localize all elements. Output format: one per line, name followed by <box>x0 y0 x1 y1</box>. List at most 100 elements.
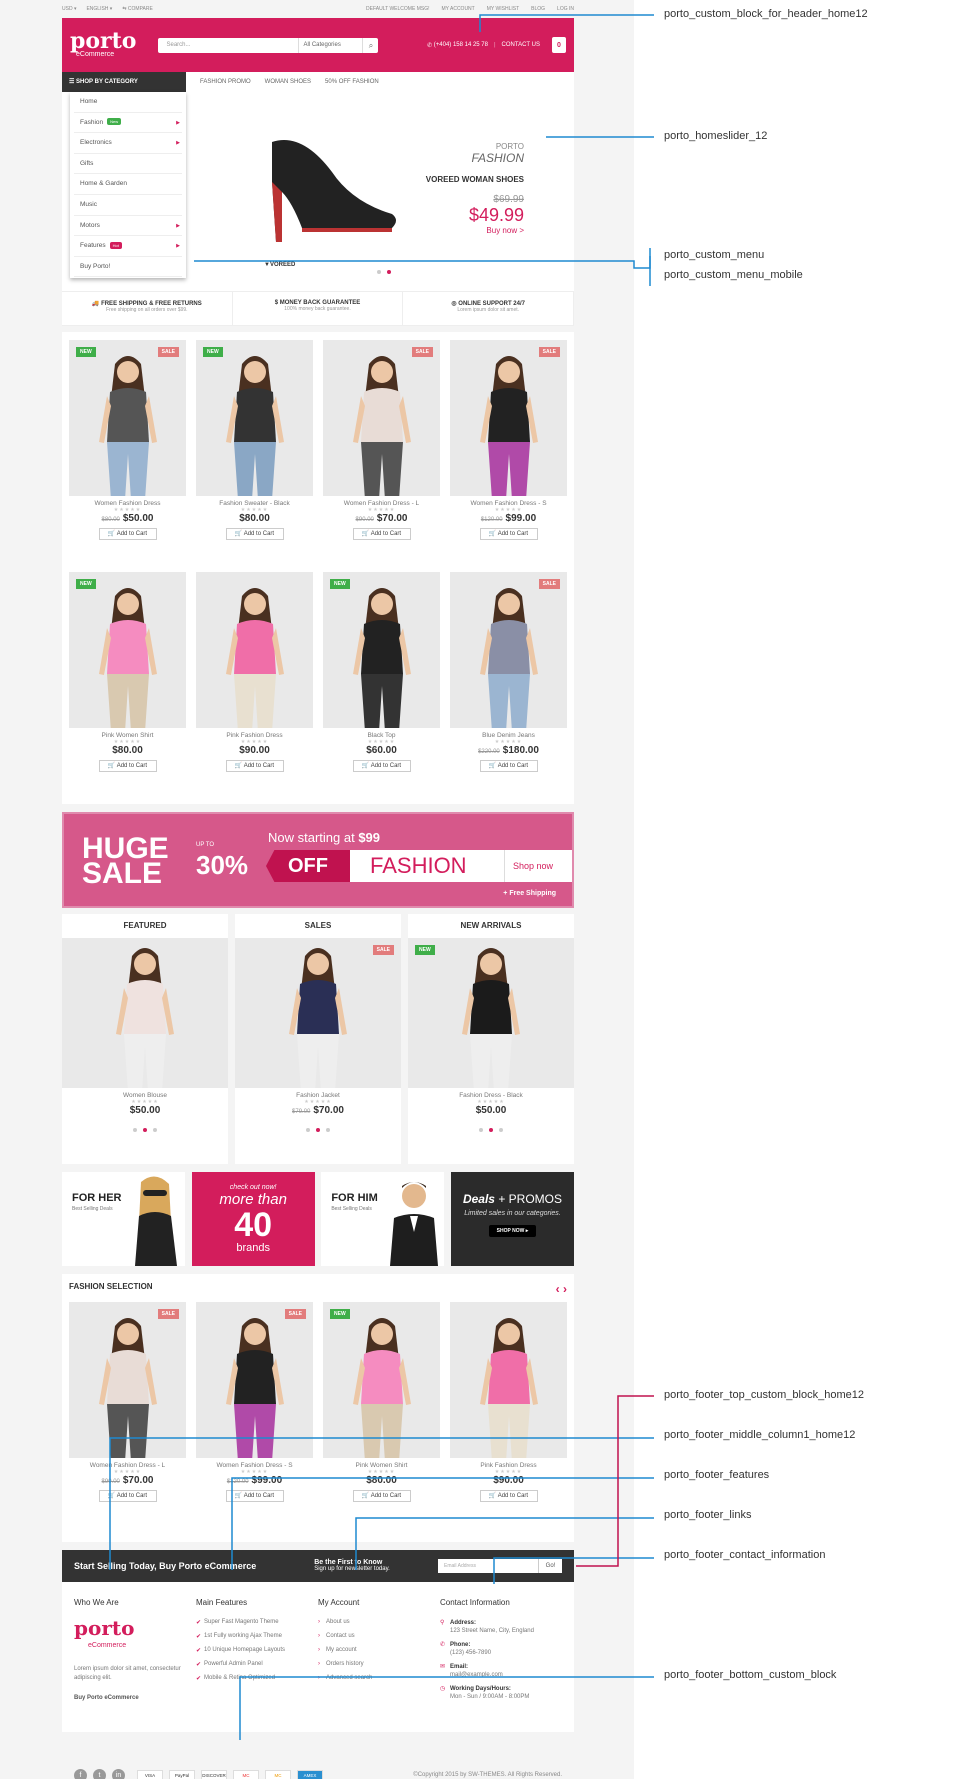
category-item[interactable]: Features Hot ▶ <box>74 236 182 257</box>
promo-for-him[interactable]: FOR HIM Best Selling Deals <box>321 1172 445 1266</box>
add-to-cart-button[interactable]: 🛒 Add to Cart <box>225 1490 284 1502</box>
product-card[interactable]: NEW Pink Women Shirt ★★★★★ $80.00 🛒 Add to C… <box>69 572 186 804</box>
product-card[interactable]: SALE Women Fashion Dress - L ★★★★★ $90.00 $7… <box>323 340 440 572</box>
product-name[interactable]: Fashion Jacket <box>235 1092 401 1099</box>
nav-link-fashion-promo[interactable]: FASHION PROMO <box>200 79 251 85</box>
product-card[interactable]: SALE Women Fashion Dress - S ★★★★★ $120.00 $… <box>196 1302 313 1534</box>
add-to-cart-button[interactable]: 🛒 Add to Cart <box>479 528 538 540</box>
facebook-icon[interactable]: f <box>74 1768 87 1779</box>
account-link[interactable]: › About us <box>318 1619 440 1625</box>
add-to-cart-button[interactable]: 🛒 Add to Cart <box>352 528 411 540</box>
product-image[interactable] <box>62 938 228 1088</box>
product-image[interactable]: NEW <box>408 938 574 1088</box>
add-to-cart-button[interactable]: 🛒 Add to Cart <box>352 1490 411 1502</box>
product-name[interactable]: Pink Women Shirt <box>69 732 186 739</box>
product-image[interactable]: SALE <box>69 1302 186 1458</box>
category-item[interactable]: Gifts <box>74 154 182 175</box>
carousel-dot[interactable] <box>326 1128 330 1132</box>
add-to-cart-button[interactable]: 🛒 Add to Cart <box>98 528 157 540</box>
product-name[interactable]: Women Fashion Dress <box>69 500 186 507</box>
product-card[interactable]: NEW Fashion Sweater - Black ★★★★★ $80.00 🛒 A… <box>196 340 313 572</box>
cart-icon[interactable]: 0 <box>552 37 566 53</box>
twitter-icon[interactable]: t <box>93 1768 106 1779</box>
product-image[interactable] <box>196 572 313 728</box>
newsletter-email-input[interactable]: Email Address <box>438 1559 538 1573</box>
product-card[interactable]: Pink Fashion Dress ★★★★★ $90.00 🛒 Add to Ca… <box>450 1302 567 1534</box>
product-name[interactable]: Pink Women Shirt <box>323 1462 440 1469</box>
product-card[interactable]: SALE Women Fashion Dress - S ★★★★★ $120.00 $… <box>450 340 567 572</box>
product-name[interactable]: Women Fashion Dress - S <box>196 1462 313 1469</box>
add-to-cart-button[interactable]: 🛒 Add to Cart <box>98 760 157 772</box>
add-to-cart-button[interactable]: 🛒 Add to Cart <box>352 760 411 772</box>
product-image[interactable] <box>450 1302 567 1458</box>
account-link[interactable]: › Orders history <box>318 1661 440 1667</box>
product-image[interactable]: NEW <box>69 572 186 728</box>
product-image[interactable]: NEW <box>323 1302 440 1458</box>
carousel-dot[interactable] <box>489 1128 493 1132</box>
my-account-link[interactable]: MY ACCOUNT <box>441 6 474 12</box>
product-name[interactable]: Black Top <box>323 732 440 739</box>
category-item[interactable]: Home <box>74 92 182 113</box>
login-link[interactable]: LOG IN <box>557 6 574 12</box>
search-input[interactable]: Search... <box>158 38 298 53</box>
shop-by-category-button[interactable]: ☰ SHOP BY CATEGORY <box>62 72 186 92</box>
product-image[interactable]: SALE <box>323 340 440 496</box>
category-item[interactable]: Music <box>74 195 182 216</box>
linkedin-icon[interactable]: in <box>112 1768 125 1779</box>
add-to-cart-button[interactable]: 🛒 Add to Cart <box>479 1490 538 1502</box>
add-to-cart-button[interactable]: 🛒 Add to Cart <box>225 760 284 772</box>
contact-us-link[interactable]: CONTACT US <box>502 42 540 48</box>
carousel-dot[interactable] <box>153 1128 157 1132</box>
product-card[interactable]: NEW SALE Women Fashion Dress ★★★★★ $80.00 $50… <box>69 340 186 572</box>
carousel-dot[interactable] <box>499 1128 503 1132</box>
promo-40-brands[interactable]: check out now! more than 40 brands <box>191 1172 315 1266</box>
footer-buy-link[interactable]: Buy Porto eCommerce <box>74 1695 196 1701</box>
product-name[interactable]: Women Fashion Dress - L <box>69 1462 186 1469</box>
product-name[interactable]: Pink Fashion Dress <box>196 732 313 739</box>
slide-buy-now[interactable]: Buy now > <box>426 226 524 235</box>
promo-deals[interactable]: Deals + PROMOS Limited sales in our cate… <box>450 1172 574 1266</box>
category-item[interactable]: Home & Garden <box>74 174 182 195</box>
language-select[interactable]: ENGLISH ▾ <box>86 6 112 12</box>
search-icon[interactable]: ⌕ <box>362 37 378 53</box>
account-link[interactable]: › Advanced search <box>318 1675 440 1681</box>
product-image[interactable]: NEW SALE <box>69 340 186 496</box>
product-image[interactable]: SALE <box>450 340 567 496</box>
my-wishlist-link[interactable]: MY WISHLIST <box>487 6 519 12</box>
product-name[interactable]: Pink Fashion Dress <box>450 1462 567 1469</box>
category-item[interactable]: Electronics ▶ <box>74 133 182 154</box>
product-image[interactable]: SALE <box>235 938 401 1088</box>
product-name[interactable]: Fashion Sweater - Black <box>196 500 313 507</box>
category-item[interactable]: Fashion New ▶ <box>74 113 182 134</box>
product-name[interactable]: Blue Denim Jeans <box>450 732 567 739</box>
carousel-dot[interactable] <box>143 1128 147 1132</box>
nav-link-50-off[interactable]: 50% OFF FASHION <box>325 79 379 85</box>
product-card[interactable]: SALE Blue Denim Jeans ★★★★★ $220.00 $180.00 🛒… <box>450 572 567 804</box>
blog-link[interactable]: BLOG <box>531 6 545 12</box>
product-image[interactable]: SALE <box>196 1302 313 1458</box>
banner-shop-now[interactable]: Shop now <box>504 850 553 882</box>
product-name[interactable]: Women Fashion Dress - L <box>323 500 440 507</box>
newsletter-go-button[interactable]: Go! <box>538 1559 562 1573</box>
carousel-arrows[interactable]: ‹ › <box>556 1282 567 1302</box>
account-link[interactable]: › Contact us <box>318 1633 440 1639</box>
promo-for-her[interactable]: FOR HER Best Selling Deals <box>62 1172 185 1266</box>
category-item[interactable]: Motors ▶ <box>74 216 182 237</box>
product-card[interactable]: SALE Women Fashion Dress - L ★★★★★ $90.00 $7… <box>69 1302 186 1534</box>
product-image[interactable]: NEW <box>196 340 313 496</box>
compare-link[interactable]: ⇆ COMPARE <box>122 6 163 12</box>
carousel-dot[interactable] <box>306 1128 310 1132</box>
carousel-dot[interactable] <box>479 1128 483 1132</box>
slider-dot-2[interactable] <box>387 270 391 274</box>
carousel-dot[interactable] <box>133 1128 137 1132</box>
product-name[interactable]: Women Fashion Dress - S <box>450 500 567 507</box>
product-image[interactable]: NEW <box>323 572 440 728</box>
account-link[interactable]: › My account <box>318 1647 440 1653</box>
product-image[interactable]: SALE <box>450 572 567 728</box>
nav-link-woman-shoes[interactable]: WOMAN SHOES <box>265 79 311 85</box>
product-card[interactable]: NEW Black Top ★★★★★ $60.00 🛒 Add to Cart <box>323 572 440 804</box>
product-name[interactable]: Fashion Dress - Black <box>408 1092 574 1099</box>
slider-dot-1[interactable] <box>377 270 381 274</box>
promo-shop-now-button[interactable]: SHOP NOW ▸ <box>488 1225 537 1237</box>
carousel-dot[interactable] <box>316 1128 320 1132</box>
